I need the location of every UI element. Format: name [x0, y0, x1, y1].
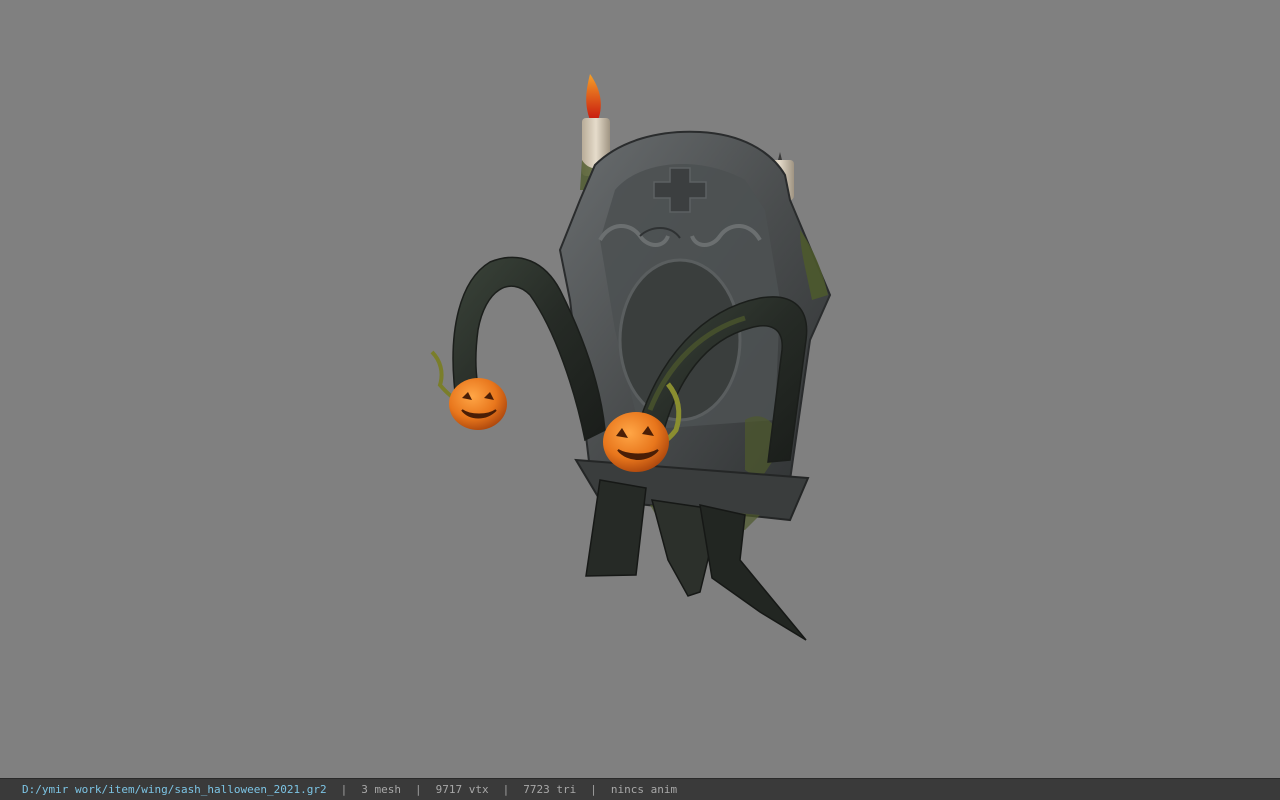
vertex-count: 9717 vtx	[435, 783, 489, 796]
status-separator: |	[340, 783, 348, 796]
mesh-count: 3 mesh	[361, 783, 402, 796]
status-separator: |	[502, 783, 510, 796]
triangle-count: 7723 tri	[523, 783, 577, 796]
3d-viewport[interactable]	[0, 0, 1280, 778]
status-separator: |	[590, 783, 597, 796]
status-separator: |	[415, 783, 422, 796]
status-bar: D:/ymir work/item/wing/sash_halloween_20…	[0, 778, 1280, 800]
file-path: D:/ymir work/item/wing/sash_halloween_20…	[22, 783, 327, 796]
halloween-sash-model	[430, 74, 832, 641]
animation-status: nincs anim	[610, 783, 678, 796]
